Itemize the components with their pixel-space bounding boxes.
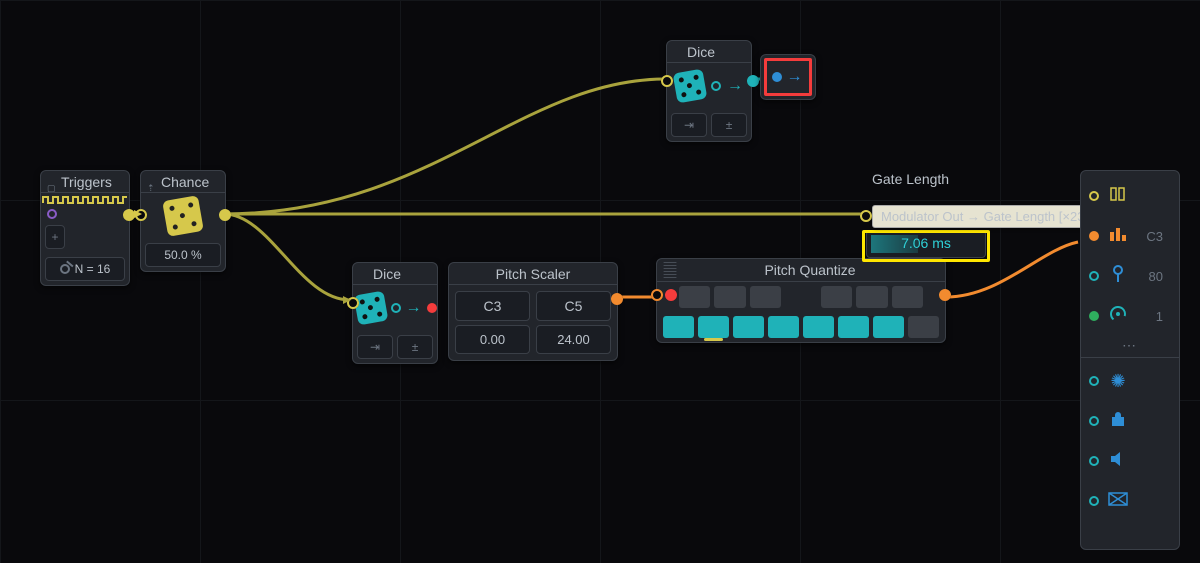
highlight-red: [764, 58, 812, 96]
strip-ellipsis: ⋯: [1085, 337, 1175, 353]
purple-port-icon: [47, 209, 57, 219]
output-strip[interactable]: C3 80 1 ⋯ ✺: [1080, 170, 1180, 550]
out-port[interactable]: [611, 293, 623, 305]
strip-row-brightness[interactable]: ✺: [1085, 362, 1175, 400]
triggers-title: ▢Triggers: [41, 171, 129, 193]
node-pitch-quantize[interactable]: 𝄛 Pitch Quantize: [656, 258, 946, 343]
highlight-yellow: [862, 230, 990, 262]
key[interactable]: [803, 316, 834, 338]
square-wave-icon: ▢: [47, 177, 57, 187]
node-chance[interactable]: ⇡Chance 50.0 %: [140, 170, 226, 272]
key[interactable]: [908, 316, 939, 338]
key[interactable]: [821, 286, 852, 308]
port-icon[interactable]: [1089, 456, 1099, 466]
key[interactable]: [733, 316, 764, 338]
triggers-waveform-icon: [41, 193, 129, 207]
dot-icon: [391, 303, 401, 313]
strip-row-note[interactable]: [1085, 177, 1175, 215]
branch-icon: ⇡: [147, 177, 157, 187]
plusminus-button[interactable]: ±: [711, 113, 747, 137]
port-icon[interactable]: [1089, 231, 1099, 241]
chance-title: ⇡Chance: [141, 171, 225, 193]
dice-icon: [673, 69, 708, 104]
strip-row-bag[interactable]: [1085, 402, 1175, 440]
bag-icon: [1107, 411, 1129, 432]
gate-length-title: Gate Length: [866, 168, 986, 190]
low-val[interactable]: 0.00: [455, 325, 530, 354]
high-val[interactable]: 24.00: [536, 325, 611, 354]
strip-row-cross[interactable]: [1085, 482, 1175, 520]
knob-icon: [1107, 305, 1129, 328]
port-icon[interactable]: [1089, 416, 1099, 426]
key[interactable]: [768, 316, 799, 338]
strip-row-bars[interactable]: C3: [1085, 217, 1175, 255]
key[interactable]: [750, 286, 781, 308]
sort-button[interactable]: ⇥: [671, 113, 707, 137]
dice-bottom-title: Dice: [353, 263, 437, 285]
in-port[interactable]: [661, 75, 673, 87]
in-port[interactable]: [347, 297, 359, 309]
node-triggers[interactable]: ▢Triggers + N = 16: [40, 170, 130, 286]
port-icon[interactable]: [1089, 191, 1099, 201]
keyboard-icon: 𝄛: [657, 261, 683, 279]
speaker-icon: [1107, 451, 1129, 472]
key[interactable]: [838, 316, 869, 338]
note-icon: [1107, 186, 1129, 207]
strip-row-speaker[interactable]: [1085, 442, 1175, 480]
white-keys-row: [657, 312, 945, 342]
dice-icon: [353, 291, 388, 326]
port-icon[interactable]: [1089, 376, 1099, 386]
black-keys-row: [657, 282, 945, 312]
out-port[interactable]: [123, 209, 135, 221]
key[interactable]: [892, 286, 923, 308]
in-port[interactable]: [860, 210, 872, 222]
port-icon[interactable]: [1089, 311, 1099, 321]
plus-button[interactable]: +: [45, 225, 65, 249]
dice-icon: [162, 195, 204, 237]
chance-pct[interactable]: 50.0 %: [145, 243, 221, 267]
active-indicator: [704, 338, 723, 341]
node-dice-bottom[interactable]: Dice → ⇥ ±: [352, 262, 438, 364]
key[interactable]: [856, 286, 887, 308]
port-icon[interactable]: [1089, 271, 1099, 281]
bars-icon: [1107, 226, 1129, 247]
pitch-scaler-title: Pitch Scaler: [449, 263, 617, 285]
node-dice-top[interactable]: Dice → ⇥ ±: [666, 40, 752, 142]
arrow-icon: →: [406, 299, 422, 317]
strip-row-pin[interactable]: 80: [1085, 257, 1175, 295]
key[interactable]: [873, 316, 904, 338]
out-port[interactable]: [939, 289, 951, 301]
dice-top-title: Dice: [667, 41, 751, 63]
sort-button[interactable]: ⇥: [357, 335, 393, 359]
port-icon[interactable]: [1089, 496, 1099, 506]
high-note[interactable]: C5: [536, 291, 611, 321]
low-note[interactable]: C3: [455, 291, 530, 321]
plusminus-button[interactable]: ±: [397, 335, 433, 359]
in-port[interactable]: [135, 209, 147, 221]
pitch-quantize-title: Pitch Quantize: [764, 262, 855, 278]
out-port[interactable]: [747, 75, 759, 87]
strip-row-knob[interactable]: 1: [1085, 297, 1175, 335]
connection-tooltip: Modulator Out → Gate Length [×237.1]: [872, 205, 1115, 228]
key[interactable]: [698, 316, 729, 338]
key[interactable]: [663, 316, 694, 338]
in-port-mod[interactable]: [665, 289, 677, 301]
triggers-n-cell[interactable]: N = 16: [45, 257, 125, 281]
key[interactable]: [714, 286, 745, 308]
pin-icon: [1107, 265, 1129, 288]
node-pitch-scaler[interactable]: Pitch Scaler C3 0.00 C5 24.00: [448, 262, 618, 361]
key[interactable]: [679, 286, 710, 308]
in-port[interactable]: [651, 289, 663, 301]
out-port[interactable]: [219, 209, 231, 221]
dot-icon: [427, 303, 437, 313]
sun-icon: ✺: [1107, 371, 1129, 392]
arrow-icon: →: [727, 77, 743, 95]
dot-icon: [711, 81, 721, 91]
cross-icon: [1107, 492, 1129, 511]
